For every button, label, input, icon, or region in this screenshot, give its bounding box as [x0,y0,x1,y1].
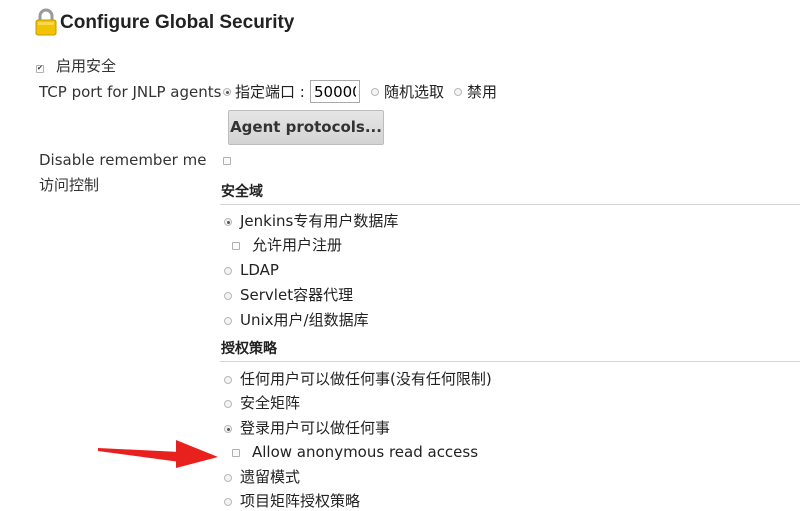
realm-unix-label: Unix用户/组数据库 [240,311,369,329]
realm-jenkins-db-radio[interactable] [224,218,232,226]
agent-protocols-button[interactable]: Agent protocols... [228,110,384,145]
security-realm-divider [220,204,800,205]
enable-security-label: 启用安全 [56,57,117,75]
authz-logged-in-label: 登录用户可以做任何事 [240,419,391,437]
realm-servlet-label: Servlet容器代理 [240,286,354,304]
authz-anyone-label: 任何用户可以做任何事(没有任何限制) [240,370,492,388]
authz-anyone-radio[interactable] [224,376,232,384]
annotation-arrow-icon [98,440,218,468]
authz-project-matrix-radio[interactable] [224,498,232,506]
lock-icon [35,8,57,36]
authz-project-matrix-label: 项目矩阵授权策略 [240,492,361,510]
jnlp-port-label: TCP port for JNLP agents [39,83,222,101]
page-title: Configure Global Security [60,12,295,33]
realm-ldap-radio[interactable] [224,267,232,275]
jnlp-random-port-label: 随机选取 [384,83,445,101]
allow-signup-label: 允许用户注册 [252,236,343,254]
allow-anonymous-read-label: Allow anonymous read access [252,443,479,461]
jnlp-disable-label: 禁用 [467,83,498,101]
authz-matrix-label: 安全矩阵 [240,394,301,412]
authz-matrix-radio[interactable] [224,400,232,408]
realm-unix-radio[interactable] [224,317,232,325]
jnlp-random-port-radio[interactable] [371,88,379,96]
enable-security-checkbox[interactable] [36,63,44,73]
jnlp-port-input[interactable] [310,80,360,103]
authorization-header: 授权策略 [221,341,277,357]
access-control-label: 访问控制 [39,176,100,194]
disable-remember-me-checkbox[interactable] [223,157,231,165]
jnlp-fixed-port-label: 指定端口 : [235,83,305,101]
realm-jenkins-db-label: Jenkins专有用户数据库 [240,212,399,230]
allow-signup-checkbox[interactable] [232,242,240,250]
jnlp-disable-radio[interactable] [454,88,462,96]
authz-logged-in-radio[interactable] [224,425,232,433]
allow-anonymous-read-checkbox[interactable] [232,449,240,457]
disable-remember-me-label: Disable remember me [39,151,207,169]
authorization-divider [220,361,800,362]
security-realm-header: 安全域 [221,184,263,200]
jnlp-fixed-port-radio[interactable] [223,88,231,96]
authz-legacy-label: 遗留模式 [240,468,301,486]
authz-legacy-radio[interactable] [224,474,232,482]
realm-servlet-radio[interactable] [224,292,232,300]
realm-ldap-label: LDAP [240,261,279,279]
